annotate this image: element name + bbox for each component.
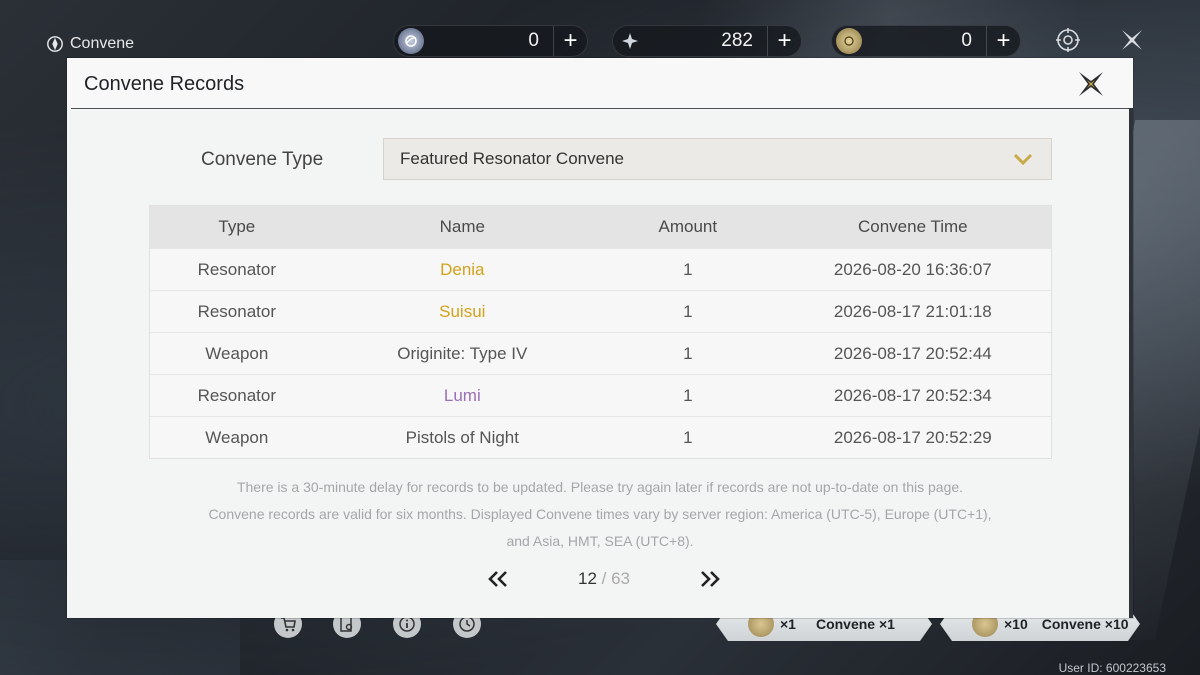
add-currency-button[interactable]: + <box>767 26 801 56</box>
table-row: Weapon Originite: Type IV 1 2026-08-17 2… <box>150 332 1051 374</box>
convene-records-dialog: Convene Records Convene Type Featured Re… <box>67 58 1133 618</box>
table-row: Resonator Denia 1 2026-08-20 16:36:07 <box>150 248 1051 290</box>
column-header-name: Name <box>439 217 485 236</box>
page-indicator: 12 / 63 <box>578 569 630 589</box>
currency-value: 282 <box>721 30 753 51</box>
close-dialog-button[interactable] <box>1075 68 1107 100</box>
cell-name: Denia <box>440 259 485 279</box>
notice-line: and Asia, HMT, SEA (UTC+8). <box>506 533 694 549</box>
radiant-tide-icon <box>836 28 862 54</box>
chevron-down-icon <box>1013 153 1033 166</box>
double-chevron-right-icon <box>701 571 720 587</box>
user-id: User ID: 600223653 <box>1058 661 1166 675</box>
cell-type: Resonator <box>197 301 277 321</box>
cell-name: Pistols of Night <box>405 427 519 447</box>
double-chevron-left-icon <box>488 571 507 587</box>
dialog-title: Convene Records <box>84 73 245 95</box>
notice-line: There is a 30-minute delay for records t… <box>236 479 964 495</box>
next-page-button[interactable] <box>696 568 724 590</box>
dialog-edge-decoration <box>1129 108 1133 618</box>
cell-amount: 1 <box>683 427 693 447</box>
cell-type: Weapon <box>205 427 269 447</box>
page-separator: / <box>596 569 612 588</box>
cell-time: 2026-08-17 21:01:18 <box>833 301 992 321</box>
exit-button[interactable] <box>1117 25 1147 55</box>
close-icon <box>1079 72 1103 96</box>
notice-line: Convene records are valid for six months… <box>208 506 992 522</box>
cell-amount: 1 <box>683 385 693 405</box>
currency-radiant-tide: 0 + <box>831 25 1021 57</box>
compass-icon <box>1056 28 1080 52</box>
pagination: 12 / 63 <box>484 564 724 594</box>
currency-lunite: 282 + <box>612 25 802 57</box>
currency-value: 0 <box>528 30 539 51</box>
records-notice: There is a 30-minute delay for records t… <box>127 474 1073 555</box>
add-currency-button[interactable]: + <box>553 26 587 56</box>
lunite-icon <box>617 28 643 54</box>
column-header-amount: Amount <box>658 217 718 236</box>
currency-astrite: 0 + <box>393 25 588 57</box>
table-row: Resonator Lumi 1 2026-08-17 20:52:34 <box>150 374 1051 416</box>
table-row: Resonator Suisui 1 2026-08-17 21:01:18 <box>150 290 1051 332</box>
cell-name: Suisui <box>439 301 486 321</box>
convene-type-label: Convene Type <box>201 149 324 170</box>
cell-time: 2026-08-20 16:36:07 <box>833 259 992 279</box>
cell-time: 2026-08-17 20:52:44 <box>833 343 992 363</box>
convene-icon <box>47 36 63 52</box>
records-table: Type Name Amount Convene Time Resonator … <box>149 205 1052 459</box>
previous-page-button[interactable] <box>484 568 512 590</box>
cell-type: Resonator <box>197 259 277 279</box>
cell-name: Lumi <box>443 385 481 405</box>
total-pages: 63 <box>611 569 630 588</box>
cell-amount: 1 <box>683 343 693 363</box>
cell-time: 2026-08-17 20:52:29 <box>833 427 992 447</box>
dialog-header: Convene Records <box>67 58 1133 110</box>
settings-button[interactable] <box>1053 25 1083 55</box>
cell-amount: 1 <box>683 301 693 321</box>
convene-type-select[interactable]: Featured Resonator Convene <box>383 138 1052 180</box>
header-divider <box>71 108 1129 109</box>
page-title-text: Convene <box>70 35 135 52</box>
current-page: 12 <box>577 569 597 588</box>
close-icon <box>1122 30 1142 50</box>
add-currency-button[interactable]: + <box>986 26 1020 56</box>
column-header-time: Convene Time <box>857 217 968 236</box>
cell-type: Resonator <box>197 385 277 405</box>
convene-count: ×1 <box>780 616 796 632</box>
table-header: Type Name Amount Convene Time <box>150 206 1051 248</box>
page-title: Convene <box>46 33 134 55</box>
convene-label: Convene ×1 <box>815 616 895 632</box>
currency-value: 0 <box>961 30 972 51</box>
column-header-type: Type <box>218 217 256 236</box>
convene-label: Convene ×10 <box>1041 616 1129 632</box>
cell-amount: 1 <box>683 259 693 279</box>
convene-count: ×10 <box>1004 616 1028 632</box>
astrite-icon <box>398 28 424 54</box>
cell-type: Weapon <box>205 343 269 363</box>
convene-type-value: Featured Resonator Convene <box>400 149 624 168</box>
table-row: Weapon Pistols of Night 1 2026-08-17 20:… <box>150 416 1051 458</box>
cell-name: Originite: Type IV <box>397 343 528 363</box>
cell-time: 2026-08-17 20:52:34 <box>833 385 992 405</box>
